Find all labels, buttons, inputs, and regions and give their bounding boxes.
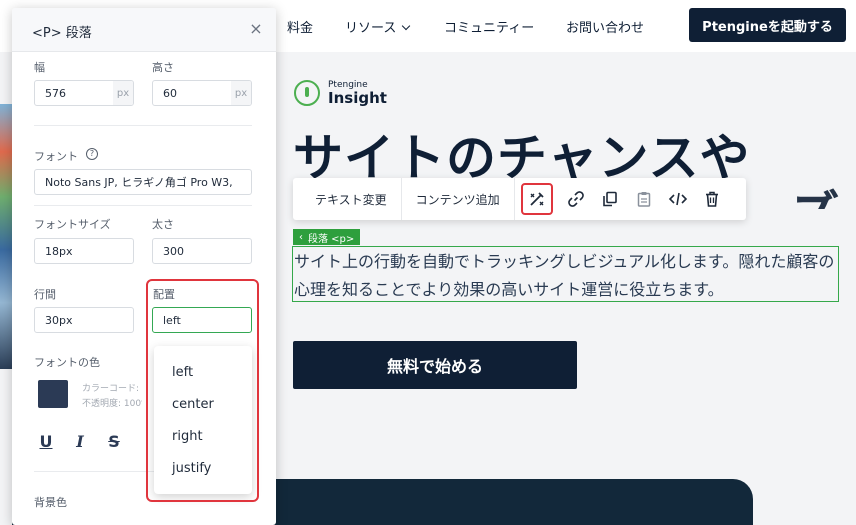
panel-title: <P> 段落 [32,26,92,41]
magic-wand-icon[interactable] [520,183,553,215]
font-color-swatch[interactable] [38,380,68,408]
logo-text: Ptengine Insight [328,80,387,107]
align-option-left[interactable]: left [154,356,252,388]
width-input[interactable]: 576 px [34,80,134,106]
line-height-input[interactable]: 30px [34,307,134,333]
duplicate-icon[interactable] [597,186,623,212]
selected-element-tag[interactable]: ‹ 段落 <p> [293,229,361,245]
code-icon[interactable] [665,186,691,212]
font-family-value: Noto Sans JP, ヒラギノ角ゴ Pro W3, [45,176,233,189]
hero-paragraph[interactable]: サイト上の行動を自動でトラッキングしビジュアル化します。隠れた顧客の心理を知るこ… [294,248,839,304]
font-label: フォント [34,150,78,163]
font-family-input[interactable]: Noto Sans JP, ヒラギノ角ゴ Pro W3, [34,169,252,195]
nav-resources-link[interactable]: リソース [345,17,411,36]
lightbulb-logo-icon [294,80,320,106]
nav-community-label: コミュニティー [444,21,535,36]
width-value: 576 [45,86,66,100]
align-label: 配置 [153,288,175,301]
color-code-text: カラーコード: 2 [82,384,142,394]
nav-resources-label: リソース [345,21,397,36]
text-align-select[interactable]: left [152,307,252,333]
panel-header: <P> 段落 × [12,8,276,52]
element-edit-toolbar: テキスト変更 コンテンツ追加 [293,178,746,220]
underline-icon[interactable]: U [38,433,54,451]
chevron-down-icon [402,21,411,31]
ptengine-insight-logo: Ptengine Insight [294,80,387,106]
text-align-value: left [163,313,181,327]
width-label: 幅 [34,61,45,74]
change-text-button[interactable]: テキスト変更 [293,178,401,220]
font-size-value: 18px [45,244,73,258]
add-content-button[interactable]: コンテンツ追加 [402,178,514,220]
section-divider [34,125,252,126]
selected-element-tag-label: 段落 <p> [308,233,355,245]
nav-contact-label: お問い合わせ [566,21,645,36]
strikethrough-icon[interactable]: S [106,433,122,451]
nav-contact-link[interactable]: お問い合わせ [566,17,644,36]
height-value: 60 [163,86,177,100]
width-unit: px [113,81,133,105]
font-weight-select[interactable]: 300 [152,238,252,264]
opacity-text: 不透明度: 100% [82,399,142,409]
line-height-label: 行間 [34,288,56,301]
line-height-value: 30px [45,313,73,327]
font-weight-value: 300 [163,244,184,258]
background-color-label: 背景色 [34,496,67,509]
background-image-strip [0,104,12,369]
height-label: 高さ [152,61,174,74]
font-color-label: フォントの色 [34,356,100,369]
chevron-left-icon: ‹ [299,231,303,243]
launch-ptengine-button[interactable]: Ptengineを起動する [689,8,846,42]
nav-pricing-link[interactable]: 料金 [287,17,313,36]
clipboard-icon[interactable] [631,186,657,212]
nav-pricing-label: 料金 [287,21,314,36]
toolbar-divider [513,178,515,220]
close-icon[interactable]: × [248,21,264,37]
align-option-justify[interactable]: justify [154,452,252,484]
align-option-right[interactable]: right [154,420,252,452]
height-unit: px [231,81,251,105]
trash-icon[interactable] [699,186,725,212]
font-weight-label: 太さ [152,218,174,231]
height-input[interactable]: 60 px [152,80,252,106]
font-size-label: フォントサイズ [34,218,111,231]
align-option-center[interactable]: center [154,388,252,420]
start-free-button[interactable]: 無料で始める [293,341,577,389]
italic-icon[interactable]: I [72,433,88,451]
text-align-dropdown: left center right justify [154,346,252,494]
nav-community-link[interactable]: コミュニティー [444,17,534,36]
link-icon[interactable] [563,186,589,212]
font-size-input[interactable]: 18px [34,238,134,264]
logo-big-text: Insight [328,88,387,107]
help-icon[interactable]: ? [86,148,98,160]
section-divider [34,205,252,206]
